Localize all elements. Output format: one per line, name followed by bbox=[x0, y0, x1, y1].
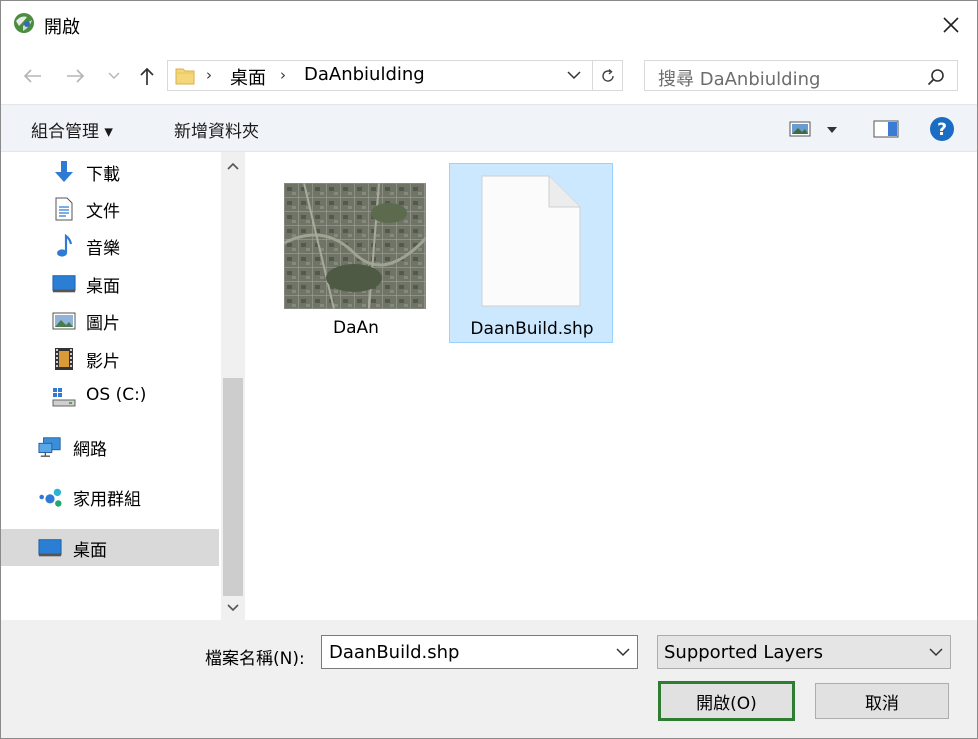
recent-locations-button[interactable] bbox=[104, 63, 124, 89]
refresh-button[interactable] bbox=[593, 60, 623, 91]
arrow-right-icon bbox=[67, 69, 85, 83]
file-name: DaanBuild.shp bbox=[470, 319, 594, 339]
sidebar-item-desktop[interactable]: 桌面 bbox=[1, 265, 219, 302]
sidebar-item-documents[interactable]: 文件 bbox=[1, 190, 219, 227]
sidebar-item-label: 網路 bbox=[73, 440, 107, 460]
sidebar-item-desktop-root[interactable]: 桌面 bbox=[1, 529, 219, 566]
new-folder-button[interactable]: 新增資料夾 bbox=[174, 117, 259, 142]
filename-label: 檔案名稱(N): bbox=[205, 649, 305, 669]
up-button[interactable] bbox=[134, 63, 160, 89]
search-icon[interactable] bbox=[927, 68, 945, 86]
view-mode-icon[interactable] bbox=[789, 120, 811, 138]
close-icon bbox=[943, 16, 959, 33]
address-bar[interactable]: › 桌面 › DaAnbiulding bbox=[167, 60, 593, 91]
title-bar: 開啟 bbox=[1, 1, 977, 48]
chevron-up-icon bbox=[227, 162, 239, 170]
chevron-right-icon: › bbox=[280, 66, 286, 84]
command-toolbar: 組合管理 ▾ 新增資料夾 ? bbox=[1, 104, 977, 152]
close-button[interactable] bbox=[925, 1, 977, 48]
document-file-icon bbox=[481, 175, 581, 307]
network-icon bbox=[38, 435, 62, 459]
videos-icon bbox=[52, 347, 76, 371]
filename-value: DaanBuild.shp bbox=[329, 642, 460, 663]
sidebar-item-os-drive[interactable]: OS (C:) bbox=[1, 378, 219, 415]
navigation-row: › 桌面 › DaAnbiulding 搜尋 DaAnbiulding bbox=[1, 49, 977, 103]
open-file-dialog: 開啟 › 桌面 › DaAnbiulding 搜尋 DaAnbiulding 組… bbox=[0, 0, 978, 739]
desktop-icon bbox=[38, 536, 62, 560]
file-name: DaAn bbox=[333, 318, 379, 338]
nav-scrollbar[interactable] bbox=[221, 152, 245, 620]
organize-menu-button[interactable]: 組合管理 ▾ bbox=[31, 117, 113, 142]
navigation-pane: 下載 文件 音樂 桌面 圖片 影片 OS (C:) 網路 家用群組 桌面 bbox=[1, 152, 245, 620]
pictures-icon bbox=[52, 309, 76, 333]
open-button[interactable]: 開啟(O) bbox=[658, 681, 795, 721]
scroll-thumb[interactable] bbox=[223, 378, 243, 596]
app-icon bbox=[14, 13, 34, 33]
chevron-down-icon[interactable] bbox=[615, 644, 631, 660]
scroll-up-button[interactable] bbox=[221, 154, 245, 178]
filename-input[interactable]: DaanBuild.shp bbox=[321, 635, 638, 669]
back-button[interactable] bbox=[19, 63, 45, 89]
chevron-down-icon bbox=[227, 604, 239, 612]
svg-text:?: ? bbox=[937, 120, 947, 140]
drive-icon bbox=[52, 385, 76, 409]
sidebar-item-label: 下載 bbox=[86, 165, 120, 185]
sidebar-item-network[interactable]: 網路 bbox=[1, 428, 219, 465]
forward-button[interactable] bbox=[63, 63, 89, 89]
sidebar-item-label: 圖片 bbox=[86, 314, 120, 334]
sidebar-item-label: OS (C:) bbox=[86, 385, 147, 405]
cancel-button[interactable]: 取消 bbox=[815, 683, 949, 719]
sidebar-item-label: 桌面 bbox=[73, 541, 107, 561]
file-item-daan[interactable]: DaAn bbox=[274, 163, 438, 343]
file-list: DaAn DaanBuild.shp bbox=[247, 152, 977, 620]
sidebar-item-label: 影片 bbox=[86, 352, 120, 372]
sidebar-item-homegroup[interactable]: 家用群組 bbox=[1, 478, 219, 515]
breadcrumb-current-folder[interactable]: DaAnbiulding bbox=[304, 64, 425, 85]
file-item-daanbuild-shp[interactable]: DaanBuild.shp bbox=[449, 163, 613, 343]
document-icon bbox=[52, 197, 76, 221]
dialog-footer: 檔案名稱(N): DaanBuild.shp Supported Layers … bbox=[1, 620, 977, 738]
preview-pane-icon[interactable] bbox=[873, 120, 899, 138]
sidebar-item-label: 桌面 bbox=[86, 277, 120, 297]
sidebar-item-music[interactable]: 音樂 bbox=[1, 227, 219, 264]
arrow-left-icon bbox=[23, 69, 41, 83]
chevron-down-icon[interactable] bbox=[566, 67, 582, 83]
homegroup-icon bbox=[38, 485, 62, 509]
sidebar-item-pictures[interactable]: 圖片 bbox=[1, 302, 219, 339]
arrow-up-icon bbox=[140, 67, 154, 85]
scroll-down-button[interactable] bbox=[221, 596, 245, 620]
chevron-down-icon bbox=[929, 648, 943, 657]
breadcrumb-desktop[interactable]: 桌面 bbox=[230, 64, 266, 90]
sidebar-item-videos[interactable]: 影片 bbox=[1, 340, 219, 377]
sidebar-item-label: 文件 bbox=[86, 202, 120, 222]
chevron-right-icon: › bbox=[206, 66, 212, 84]
sidebar-item-downloads[interactable]: 下載 bbox=[1, 153, 219, 190]
folder-icon bbox=[175, 68, 195, 85]
sidebar-item-label: 家用群組 bbox=[73, 490, 141, 510]
search-box[interactable]: 搜尋 DaAnbiulding bbox=[644, 60, 958, 91]
help-icon[interactable]: ? bbox=[929, 116, 955, 142]
desktop-icon bbox=[52, 272, 76, 296]
image-thumbnail-icon bbox=[284, 183, 426, 309]
download-icon bbox=[52, 160, 76, 184]
refresh-icon bbox=[601, 68, 614, 82]
chevron-down-icon[interactable] bbox=[826, 126, 838, 134]
file-type-select[interactable]: Supported Layers bbox=[657, 635, 951, 669]
file-type-value: Supported Layers bbox=[664, 642, 823, 663]
music-icon bbox=[52, 234, 76, 258]
window-title: 開啟 bbox=[44, 17, 80, 38]
search-placeholder: 搜尋 DaAnbiulding bbox=[658, 69, 821, 90]
sidebar-item-label: 音樂 bbox=[86, 239, 120, 259]
chevron-down-icon bbox=[108, 72, 120, 79]
